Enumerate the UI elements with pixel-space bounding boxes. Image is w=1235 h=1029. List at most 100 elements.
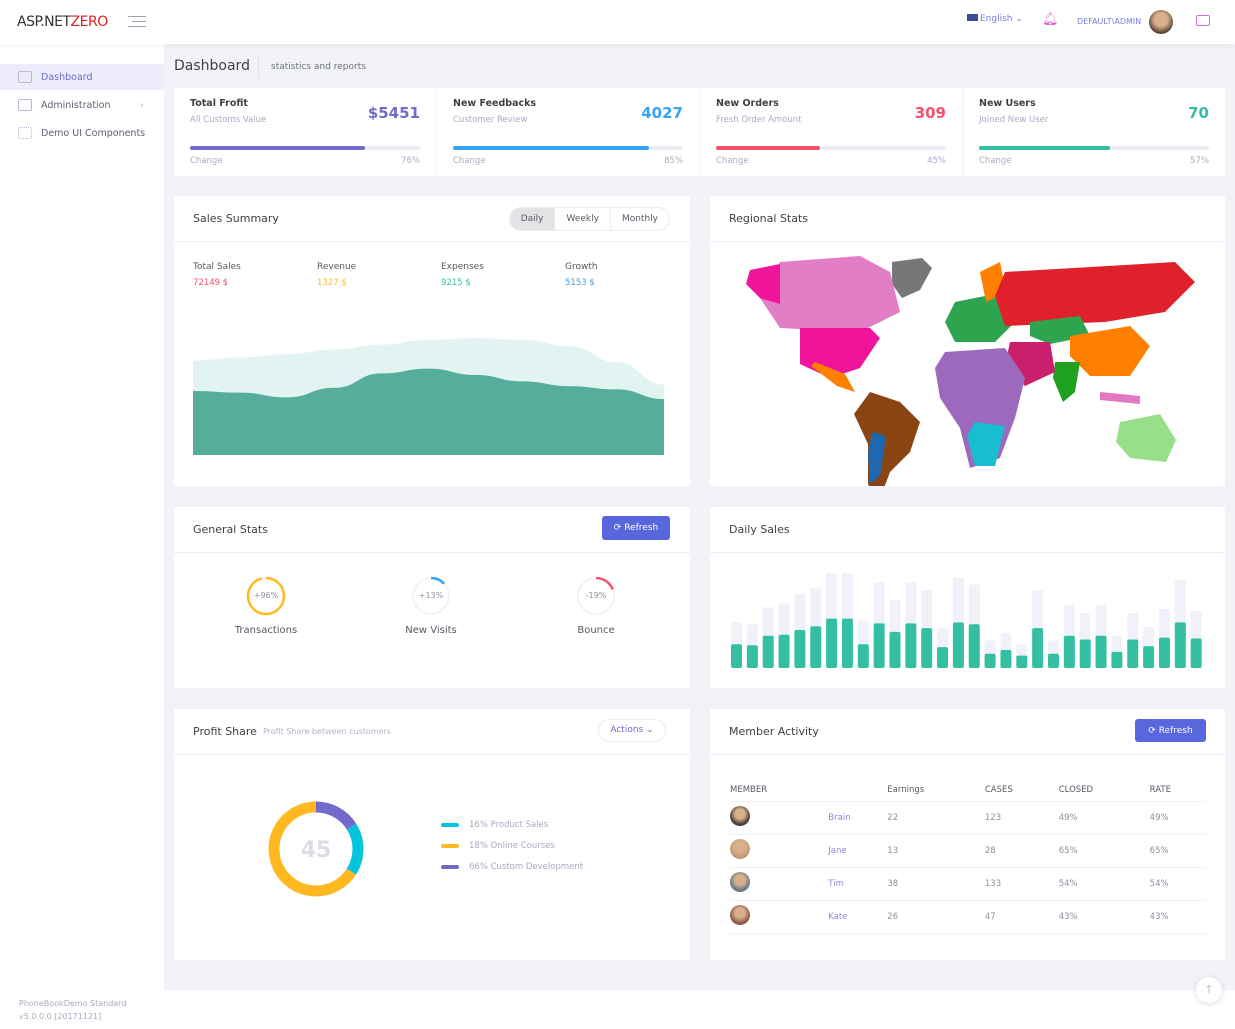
bar-sales [1174,622,1186,668]
refresh-icon: ⟳ [613,523,625,533]
chat-icon[interactable] [1196,15,1210,26]
legend-swatch [441,844,459,848]
profit-share-card: Profit Share Profit Share between custome… [174,709,690,960]
table-row: Kate 26 47 43% 43% [730,900,1206,934]
member-name[interactable]: Kate [828,900,888,934]
closed: 65% [1058,834,1150,868]
logo[interactable]: ASP.NETZERO [17,14,108,30]
sales-area-chart [193,338,664,455]
cases: 47 [984,900,1059,934]
stat-subtitle: Joined New User [979,115,1049,125]
gauge-value: +13% [418,591,444,600]
sidebar-item-dashboard[interactable]: Dashboard [0,64,164,90]
gauge-label: Bounce [577,625,615,636]
bar-sales [984,653,996,668]
legend-item: 66% Custom Development [441,862,583,872]
top-header: ASP.NETZERO English ⌄ 🔔︎ DEFAULT\ADMIN [0,0,1235,44]
member-table: MEMBER Earnings CASES CLOSED RATE Brain 22 123 4… [730,779,1206,934]
footer-app-name: PhoneBookDemo Standard [19,999,127,1008]
sidebar-item-demo-ui[interactable]: Demo UI Components [0,120,164,146]
column-header: CLOSED [1058,779,1150,802]
card-title: Member Activity [729,725,819,738]
stat-value: $5451 [367,104,420,122]
card-title: Profit Share [193,725,257,738]
earnings: 26 [887,900,985,934]
user-avatar[interactable] [1149,10,1173,34]
sidebar-item-administration[interactable]: Administration › [0,92,164,118]
column-header: RATE [1149,779,1206,802]
stat-title: New Orders [716,98,779,109]
column-header: MEMBER [730,779,829,802]
member-activity-card: Member Activity ⟳ Refresh MEMBER Earnings… [710,709,1225,960]
legend-label: 66% Custom Development [469,862,584,872]
bell-icon[interactable]: 🔔︎ [1042,12,1059,27]
closed: 54% [1058,867,1150,901]
bar-sales [731,644,742,668]
member-name[interactable]: Tim [828,867,888,901]
page-subtitle: statistics and reports [258,56,366,78]
bar-sales [1158,637,1170,668]
stat-card: New Feedbacks Customer Review 4027 Chang… [437,88,699,176]
map-usa [800,328,880,378]
stat-progress-bar [453,146,683,150]
uk-flag-icon [967,14,978,21]
cases: 28 [984,834,1059,868]
change-label: Change [716,156,749,166]
bar-sales [1190,638,1202,668]
daily-sales-card: Daily Sales [710,507,1225,688]
menu-toggle-icon[interactable] [128,16,146,31]
column-header: Earnings [887,779,985,802]
bar-sales [1048,653,1059,668]
bar-sales [937,647,949,668]
scroll-top-button[interactable]: ↑ [1196,977,1222,1003]
bar-sales [794,630,806,668]
member-name[interactable]: Brain [828,801,888,835]
change-value: 85% [664,156,683,166]
earnings: 38 [887,867,985,901]
user-name[interactable]: DEFAULT\ADMIN [1077,17,1141,26]
bar-sales [952,622,964,668]
bar-sales [1063,635,1075,668]
refresh-button[interactable]: ⟳ Refresh [602,516,670,540]
chart-board-icon [18,71,32,83]
bar-sales [1000,649,1012,668]
rate: 65% [1149,834,1206,868]
refresh-icon: ⟳ [1148,725,1159,736]
change-value: 76% [401,156,420,166]
map-indonesia [1100,392,1140,404]
change-value: 57% [1190,156,1209,166]
card-title: Regional Stats [729,212,809,225]
world-map[interactable] [710,242,1225,486]
stat-progress-bar [979,146,1209,150]
bar-sales [873,623,885,668]
stat-progress-bar [190,146,420,150]
stat-value: 4027 [641,104,683,122]
footer-version: v5.0.0.0 [20171121] [19,1012,102,1021]
member-name[interactable]: Jane [828,834,888,868]
bar-sales [1079,639,1091,668]
stat-value: 309 [914,104,946,122]
sidebar: Dashboard Administration › Demo UI Compon… [0,44,164,990]
gauge-value: +96% [253,591,279,600]
legend-item: 16% Product Sales [441,820,548,830]
grid-icon [18,127,32,139]
daily-sales-bar-chart [731,573,1202,668]
legend-swatch [441,865,459,869]
gauge-value: -19% [585,591,607,600]
language-selector[interactable]: English ⌄ [967,14,1023,24]
stat-title: New Users [979,98,1036,109]
table-row: Brain 22 123 49% 49% [730,801,1206,835]
footer: PhoneBookDemo Standard v5.0.0.0 [20171121… [0,990,1235,1029]
closed: 43% [1058,900,1150,934]
actions-dropdown[interactable]: Actions ⌄ [598,719,666,742]
legend-item: 18% Online Courses [441,841,555,851]
change-value: 45% [927,156,946,166]
member-avatar [730,839,750,859]
bar-sales [1016,655,1028,668]
map-greenland [892,258,932,298]
gauge-label: New Visits [405,625,457,636]
stat-progress-bar [716,146,946,150]
refresh-button[interactable]: ⟳ Refresh [1135,719,1206,742]
map-australia [1116,414,1176,462]
logo-text: ASP.NET [17,14,71,30]
